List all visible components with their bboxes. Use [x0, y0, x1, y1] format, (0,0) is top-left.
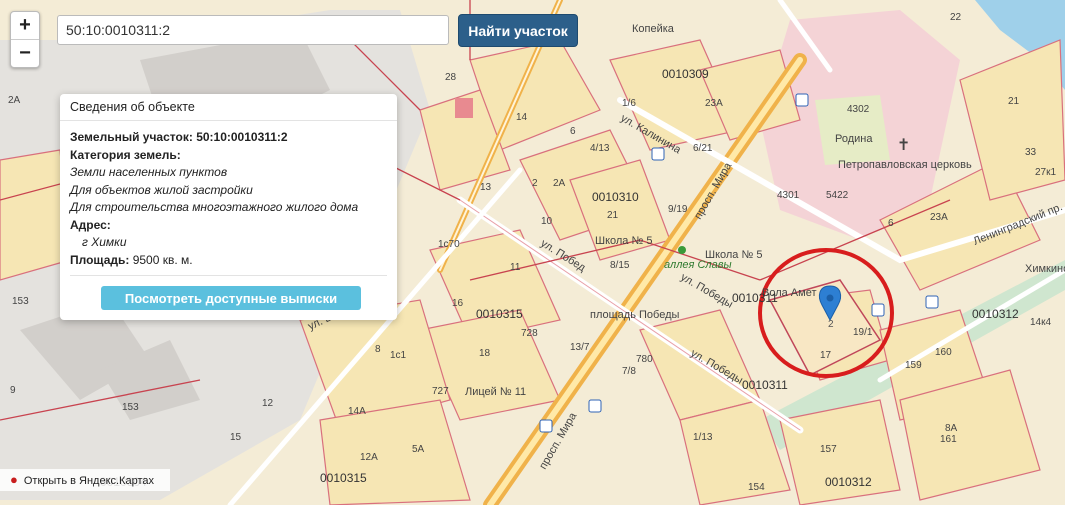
house-number: 4301: [777, 190, 800, 201]
house-number: 728: [521, 328, 538, 339]
house-number: 157: [820, 444, 837, 455]
category-label: Категория земель:: [70, 147, 181, 162]
house-number: 2А: [553, 178, 566, 189]
quarter-label: 0010309: [662, 67, 709, 81]
popup-divider: [70, 275, 387, 276]
house-number: 23А: [705, 98, 723, 109]
house-number: 12А: [360, 452, 378, 463]
house-number: 727: [432, 386, 449, 397]
house-number: 1с1: [390, 350, 407, 361]
house-number: 11: [510, 262, 521, 273]
cinema-label: Родина: [835, 133, 873, 145]
house-number: 153: [122, 402, 139, 413]
quarter-label: 0010315: [320, 471, 367, 485]
house-number: 21: [1008, 96, 1020, 107]
house-number: 154: [748, 482, 765, 493]
church-label: Петропавловская церковь: [838, 159, 972, 171]
house-number: 8А: [945, 423, 958, 434]
map-marker-icon: ●: [10, 472, 18, 487]
lyceum-label: Лицей № 11: [465, 386, 526, 398]
house-number: 1/6: [622, 98, 636, 109]
house-number: 5А: [412, 444, 425, 455]
house-number: 4302: [847, 104, 870, 115]
open-in-yandex-link[interactable]: Открыть в Яндекс.Картах: [24, 475, 154, 487]
house-number: 780: [636, 354, 653, 365]
quarter-label: 0010311: [732, 291, 778, 305]
house-number: 1/13: [693, 432, 713, 443]
area-value: 9500 кв. м.: [132, 252, 193, 267]
school-label: Школа № 5: [595, 235, 652, 247]
parcel-label: Земельный участок:: [70, 130, 193, 144]
view-extracts-button[interactable]: Посмотреть доступные выписки: [101, 286, 361, 310]
house-number: 7/8: [622, 366, 636, 377]
area-row: Площадь: 9500 кв. м.: [70, 252, 387, 270]
house-number: 13/7: [570, 342, 590, 353]
house-number: 28: [445, 72, 457, 83]
quarter-label: 0010312: [825, 475, 872, 489]
square-label: площадь Победы: [590, 309, 679, 321]
house-number: 2А: [8, 95, 21, 106]
house-number: 2: [532, 178, 538, 189]
house-number: 13: [480, 182, 492, 193]
find-parcel-button[interactable]: Найти участок: [458, 14, 578, 47]
object-info-popup: Сведения об объекте Земельный участок: 5…: [60, 94, 397, 320]
house-number: 10: [541, 216, 553, 227]
house-number: 18: [479, 348, 491, 359]
house-number: 14к4: [1030, 317, 1051, 328]
quarter-label: 0010315: [476, 307, 523, 321]
house-number: 8: [375, 344, 381, 355]
district-label: Химкино: [1025, 263, 1065, 275]
house-number: 12: [262, 398, 274, 409]
quarter-label: 0010310: [592, 190, 639, 204]
house-number: 23А: [930, 212, 948, 223]
house-number: 22: [950, 12, 962, 23]
house-number: 15: [230, 432, 242, 443]
house-number: 14: [516, 112, 528, 123]
shop-label: Копейка: [632, 23, 675, 35]
house-number: 6: [888, 218, 894, 229]
address-label: Адрес:: [70, 217, 111, 232]
zoom-in-button[interactable]: +: [11, 12, 39, 39]
popup-title: Сведения об объекте: [60, 94, 397, 121]
house-number: 9/19: [668, 204, 688, 215]
house-number: 6/21: [693, 143, 713, 154]
house-number: 16: [452, 298, 464, 309]
house-number: 6: [570, 126, 576, 137]
category-line: Для объектов жилой застройки: [70, 182, 253, 197]
house-number: 159: [905, 360, 922, 371]
house-number: 14А: [348, 406, 366, 417]
house-number: 9: [10, 385, 16, 396]
quarter-label: 0010311: [742, 378, 788, 392]
school-label: Школа № 5: [705, 249, 762, 261]
address-value: г Химки: [82, 235, 127, 249]
house-number: 8/15: [610, 260, 630, 271]
house-number: 17: [820, 350, 832, 361]
parcel-row: Земельный участок: 50:10:0010311:2: [70, 129, 387, 147]
church-icon: ✝: [897, 135, 910, 154]
house-number: 160: [935, 347, 952, 358]
category-line: Земли населенных пунктов: [70, 165, 228, 179]
quarter-label: 0010312: [972, 307, 1019, 321]
house-number: 33: [1025, 147, 1037, 158]
cadastral-search-input[interactable]: [57, 15, 449, 45]
pin-number: 2: [828, 319, 834, 330]
building-highlight: [455, 98, 473, 118]
area-label: Площадь:: [70, 252, 130, 267]
house-number: 1с70: [438, 239, 460, 250]
house-number: 153: [12, 296, 29, 307]
popup-body: Земельный участок: 50:10:0010311:2 Катег…: [60, 121, 397, 269]
map-attribution[interactable]: ● Открыть в Яндекс.Картах: [0, 469, 170, 491]
house-number: 4/13: [590, 143, 610, 154]
house-number: 19/1: [853, 327, 873, 338]
tree-icon: [678, 246, 686, 254]
parcel-value: 50:10:0010311:2: [196, 130, 288, 144]
category-line: Для строительства многоэтажного жилого д…: [70, 200, 359, 214]
zoom-control: + −: [10, 11, 40, 68]
house-number: 161: [940, 434, 957, 445]
zoom-out-button[interactable]: −: [11, 39, 39, 67]
house-number: 21: [607, 210, 619, 221]
house-number: 5422: [826, 190, 849, 201]
house-number: 27к1: [1035, 167, 1056, 178]
